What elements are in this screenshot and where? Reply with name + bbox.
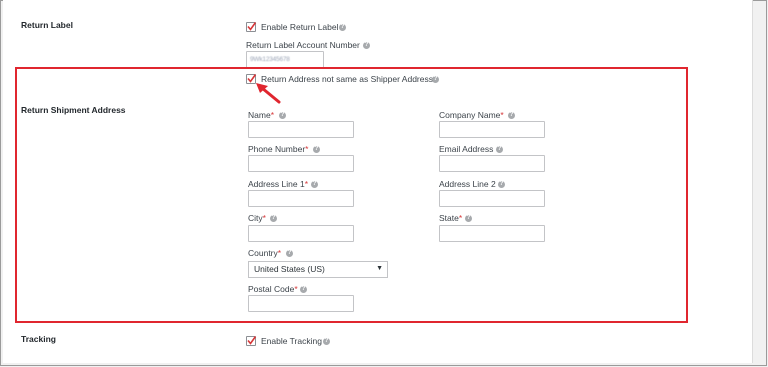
city-label: City* bbox=[248, 213, 266, 223]
state-label: State* bbox=[439, 213, 463, 223]
help-icon[interactable]: ? bbox=[313, 146, 320, 153]
postal-code-label: Postal Code* bbox=[248, 284, 298, 294]
help-icon[interactable]: ? bbox=[496, 146, 503, 153]
enable-return-label-checkbox[interactable] bbox=[246, 22, 257, 32]
return-label-section-title: Return Label bbox=[21, 20, 73, 30]
help-icon[interactable]: ? bbox=[311, 181, 318, 188]
return-address-not-same-text: Return Address not same as Shipper Addre… bbox=[261, 74, 433, 84]
return-label-account-number-input[interactable]: 9Wk12345678 bbox=[246, 51, 324, 68]
checkmark-icon bbox=[247, 22, 257, 31]
email-address-label: Email Address bbox=[439, 144, 494, 154]
address-line-1-label: Address Line 1* bbox=[248, 179, 309, 189]
country-select-value: United States (US) bbox=[254, 264, 325, 274]
help-icon[interactable]: ? bbox=[498, 181, 505, 188]
postal-code-input[interactable] bbox=[248, 295, 354, 312]
help-icon[interactable]: ? bbox=[270, 215, 277, 222]
return-shipment-section-title: Return Shipment Address bbox=[21, 105, 126, 115]
help-icon[interactable]: ? bbox=[465, 215, 472, 222]
help-icon[interactable]: ? bbox=[323, 338, 330, 345]
help-icon[interactable]: ? bbox=[432, 76, 439, 83]
tracking-section-title: Tracking bbox=[21, 334, 56, 344]
name-input[interactable] bbox=[248, 121, 354, 138]
phone-number-label: Phone Number* bbox=[248, 144, 309, 154]
country-select[interactable]: United States (US) ▼ bbox=[248, 261, 388, 278]
city-input[interactable] bbox=[248, 225, 354, 242]
enable-tracking-checkbox[interactable] bbox=[246, 336, 257, 346]
company-name-label: Company Name* bbox=[439, 110, 504, 120]
name-label: Name* bbox=[248, 110, 274, 120]
pointer-arrow-icon bbox=[256, 83, 281, 104]
help-icon[interactable]: ? bbox=[508, 112, 515, 119]
address-line-1-input[interactable] bbox=[248, 190, 354, 207]
help-icon[interactable]: ? bbox=[363, 42, 370, 49]
enable-tracking-text: Enable Tracking bbox=[261, 336, 322, 346]
help-icon[interactable]: ? bbox=[300, 286, 307, 293]
phone-number-input[interactable] bbox=[248, 155, 354, 172]
address-line-2-label: Address Line 2 bbox=[439, 179, 496, 189]
panel-divider bbox=[752, 0, 753, 363]
dropdown-arrow-icon: ▼ bbox=[376, 265, 383, 272]
state-input[interactable] bbox=[439, 225, 545, 242]
email-address-input[interactable] bbox=[439, 155, 545, 172]
company-name-input[interactable] bbox=[439, 121, 545, 138]
country-label: Country* bbox=[248, 248, 282, 258]
return-label-account-number-label: Return Label Account Number bbox=[246, 40, 360, 50]
account-number-value: 9Wk12345678 bbox=[250, 56, 290, 63]
checkmark-icon bbox=[247, 336, 257, 345]
help-icon[interactable]: ? bbox=[279, 112, 286, 119]
help-icon[interactable]: ? bbox=[286, 250, 293, 257]
enable-return-label-text: Enable Return Label bbox=[261, 22, 339, 32]
help-icon[interactable]: ? bbox=[339, 24, 346, 31]
address-line-2-input[interactable] bbox=[439, 190, 545, 207]
